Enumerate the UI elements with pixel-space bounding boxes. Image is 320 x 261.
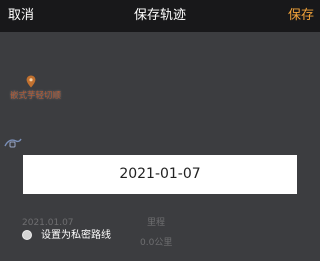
track-stat-date: 2021.01.07 <box>22 218 74 228</box>
map-road-marker-icon <box>4 138 22 148</box>
page-title: 保存轨迹 <box>133 8 186 23</box>
distance-label: 里程 <box>147 218 166 228</box>
map-pin-icon <box>26 75 36 88</box>
date-dialog: 2021-01-07 <box>23 155 297 194</box>
distance-value: 0.0公里 <box>140 238 173 248</box>
map-poi-label: 嵌式芋轻切顺 <box>10 91 62 101</box>
save-button[interactable]: 保存 <box>288 7 314 25</box>
top-nav-bar: 取消 保存轨迹 保存 <box>0 0 320 32</box>
track-date: 2021-01-07 <box>119 166 201 182</box>
private-route-label: 设置为私密路线 <box>41 230 111 241</box>
private-route-radio[interactable] <box>22 230 32 240</box>
